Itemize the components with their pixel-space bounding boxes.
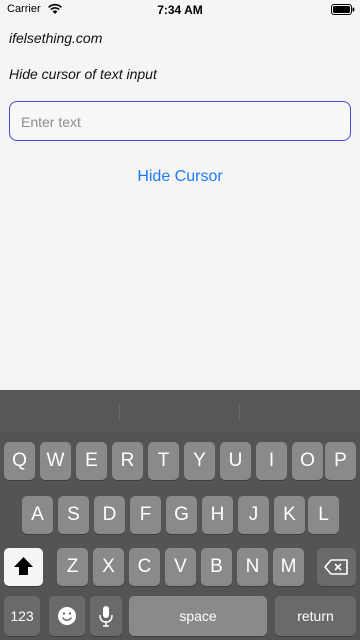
keyboard: Q W E R T Y U I O P A S D F G H J K L Z … bbox=[0, 390, 360, 640]
text-input-placeholder: Enter text bbox=[21, 114, 81, 130]
key-e[interactable]: E bbox=[76, 442, 107, 480]
shift-key[interactable] bbox=[4, 548, 43, 586]
key-u[interactable]: U bbox=[220, 442, 251, 480]
key-h[interactable]: H bbox=[202, 496, 233, 534]
key-s[interactable]: S bbox=[58, 496, 89, 534]
key-f[interactable]: F bbox=[130, 496, 161, 534]
return-key[interactable]: return bbox=[275, 596, 356, 636]
keyboard-suggestion-bar bbox=[0, 390, 360, 432]
key-c[interactable]: C bbox=[129, 548, 160, 586]
status-time: 7:34 AM bbox=[157, 3, 203, 17]
space-key[interactable]: space bbox=[129, 596, 267, 636]
emoji-key[interactable] bbox=[49, 596, 85, 636]
microphone-key[interactable] bbox=[90, 596, 122, 636]
backspace-key[interactable] bbox=[317, 548, 356, 586]
key-i[interactable]: I bbox=[256, 442, 287, 480]
status-bar: Carrier 7:34 AM bbox=[0, 0, 360, 22]
key-a[interactable]: A bbox=[22, 496, 53, 534]
key-m[interactable]: M bbox=[273, 548, 304, 586]
backspace-icon bbox=[324, 559, 348, 575]
key-g[interactable]: G bbox=[166, 496, 197, 534]
key-y[interactable]: Y bbox=[184, 442, 215, 480]
key-t[interactable]: T bbox=[148, 442, 179, 480]
battery-icon bbox=[331, 4, 355, 15]
key-r[interactable]: R bbox=[112, 442, 143, 480]
site-title: ifelsething.com bbox=[9, 30, 103, 46]
key-j[interactable]: J bbox=[238, 496, 269, 534]
key-p[interactable]: P bbox=[325, 442, 356, 480]
microphone-icon bbox=[99, 606, 113, 627]
suggestion-divider bbox=[239, 404, 240, 420]
key-x[interactable]: X bbox=[93, 548, 124, 586]
key-d[interactable]: D bbox=[94, 496, 125, 534]
page-subtitle: Hide cursor of text input bbox=[9, 66, 157, 82]
key-q[interactable]: Q bbox=[4, 442, 35, 480]
key-l[interactable]: L bbox=[308, 496, 339, 534]
key-z[interactable]: Z bbox=[57, 548, 88, 586]
text-input[interactable]: Enter text bbox=[9, 101, 351, 141]
key-w[interactable]: W bbox=[40, 442, 71, 480]
key-b[interactable]: B bbox=[201, 548, 232, 586]
shift-icon bbox=[14, 557, 33, 575]
numbers-key[interactable]: 123 bbox=[4, 596, 40, 636]
key-n[interactable]: N bbox=[237, 548, 268, 586]
key-k[interactable]: K bbox=[274, 496, 305, 534]
hide-cursor-button[interactable]: Hide Cursor bbox=[0, 168, 360, 186]
emoji-icon bbox=[58, 607, 76, 625]
suggestion-divider bbox=[119, 404, 120, 420]
key-v[interactable]: V bbox=[165, 548, 196, 586]
key-o[interactable]: O bbox=[292, 442, 323, 480]
